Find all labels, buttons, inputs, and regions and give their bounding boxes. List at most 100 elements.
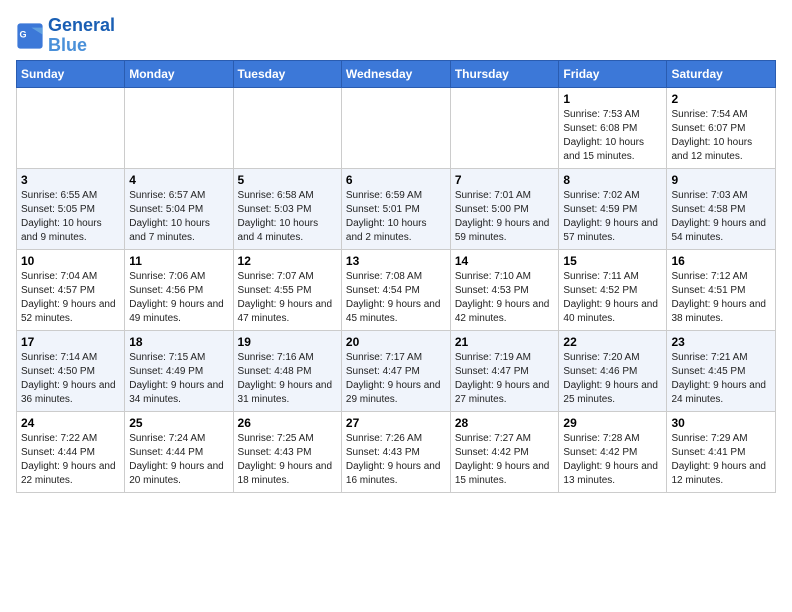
day-number: 16 xyxy=(671,254,771,268)
weekday-header-tuesday: Tuesday xyxy=(233,60,341,87)
calendar-cell: 6Sunrise: 6:59 AM Sunset: 5:01 PM Daylig… xyxy=(341,168,450,249)
day-number: 23 xyxy=(671,335,771,349)
day-number: 7 xyxy=(455,173,555,187)
day-info: Sunrise: 7:10 AM Sunset: 4:53 PM Dayligh… xyxy=(455,270,555,326)
calendar-cell: 13Sunrise: 7:08 AM Sunset: 4:54 PM Dayli… xyxy=(341,249,450,330)
day-number: 18 xyxy=(129,335,228,349)
day-info: Sunrise: 7:19 AM Sunset: 4:47 PM Dayligh… xyxy=(455,351,555,407)
calendar-cell: 22 Sunrise: 7:20 AM Sunset: 4:46 PM Dayli… xyxy=(559,330,667,411)
weekday-header-saturday: Saturday xyxy=(667,60,776,87)
calendar-cell xyxy=(17,87,125,168)
calendar-cell: 14Sunrise: 7:10 AM Sunset: 4:53 PM Dayli… xyxy=(450,249,559,330)
calendar-body: 1 Sunrise: 7:53 AM Sunset: 6:08 PM Daylig… xyxy=(17,87,776,492)
calendar-cell: 25 Sunrise: 7:24 AM Sunset: 4:44 PM Dayli… xyxy=(125,411,233,492)
calendar-cell: 29 Sunrise: 7:28 AM Sunset: 4:42 PM Dayli… xyxy=(559,411,667,492)
day-info: Sunrise: 7:14 AM Sunset: 4:50 PM Dayligh… xyxy=(21,351,120,407)
day-number: 17 xyxy=(21,335,120,349)
calendar-cell: 12 Sunrise: 7:07 AM Sunset: 4:55 PM Dayli… xyxy=(233,249,341,330)
day-info: Sunrise: 7:06 AM Sunset: 4:56 PM Dayligh… xyxy=(129,270,228,326)
calendar-cell: 24 Sunrise: 7:22 AM Sunset: 4:44 PM Dayli… xyxy=(17,411,125,492)
day-number: 22 xyxy=(563,335,662,349)
calendar-cell: 30 Sunrise: 7:29 AM Sunset: 4:41 PM Dayli… xyxy=(667,411,776,492)
logo-icon: G xyxy=(16,22,44,50)
day-number: 27 xyxy=(346,416,446,430)
page-header: G General Blue xyxy=(16,16,776,60)
day-number: 26 xyxy=(238,416,337,430)
day-number: 1 xyxy=(563,92,662,106)
calendar-week-5: 24 Sunrise: 7:22 AM Sunset: 4:44 PM Dayli… xyxy=(17,411,776,492)
calendar-cell: 16 Sunrise: 7:12 AM Sunset: 4:51 PM Dayli… xyxy=(667,249,776,330)
day-info: Sunrise: 7:21 AM Sunset: 4:45 PM Dayligh… xyxy=(671,351,771,407)
calendar-cell: 8 Sunrise: 7:02 AM Sunset: 4:59 PM Daylig… xyxy=(559,168,667,249)
logo: G General Blue xyxy=(16,16,115,56)
day-info: Sunrise: 6:58 AM Sunset: 5:03 PM Dayligh… xyxy=(238,189,337,245)
calendar-cell: 19 Sunrise: 7:16 AM Sunset: 4:48 PM Dayli… xyxy=(233,330,341,411)
day-info: Sunrise: 7:03 AM Sunset: 4:58 PM Dayligh… xyxy=(671,189,771,245)
day-number: 28 xyxy=(455,416,555,430)
calendar-cell: 27 Sunrise: 7:26 AM Sunset: 4:43 PM Dayli… xyxy=(341,411,450,492)
day-info: Sunrise: 6:57 AM Sunset: 5:04 PM Dayligh… xyxy=(129,189,228,245)
day-info: Sunrise: 6:55 AM Sunset: 5:05 PM Dayligh… xyxy=(21,189,120,245)
day-number: 30 xyxy=(671,416,771,430)
day-info: Sunrise: 7:29 AM Sunset: 4:41 PM Dayligh… xyxy=(671,432,771,488)
calendar-cell: 21 Sunrise: 7:19 AM Sunset: 4:47 PM Dayli… xyxy=(450,330,559,411)
day-info: Sunrise: 7:16 AM Sunset: 4:48 PM Dayligh… xyxy=(238,351,337,407)
day-number: 11 xyxy=(129,254,228,268)
calendar-cell: 1 Sunrise: 7:53 AM Sunset: 6:08 PM Daylig… xyxy=(559,87,667,168)
logo-line2: Blue xyxy=(48,36,115,56)
svg-text:G: G xyxy=(20,29,27,39)
day-info: Sunrise: 7:53 AM Sunset: 6:08 PM Dayligh… xyxy=(563,108,662,164)
day-number: 19 xyxy=(238,335,337,349)
calendar-cell: 17 Sunrise: 7:14 AM Sunset: 4:50 PM Dayli… xyxy=(17,330,125,411)
day-info: Sunrise: 7:07 AM Sunset: 4:55 PM Dayligh… xyxy=(238,270,337,326)
calendar-cell: 4 Sunrise: 6:57 AM Sunset: 5:04 PM Daylig… xyxy=(125,168,233,249)
calendar-cell xyxy=(341,87,450,168)
calendar-cell: 3Sunrise: 6:55 AM Sunset: 5:05 PM Daylig… xyxy=(17,168,125,249)
day-number: 5 xyxy=(238,173,337,187)
day-info: Sunrise: 7:04 AM Sunset: 4:57 PM Dayligh… xyxy=(21,270,120,326)
calendar-week-4: 17 Sunrise: 7:14 AM Sunset: 4:50 PM Dayli… xyxy=(17,330,776,411)
day-number: 25 xyxy=(129,416,228,430)
calendar-cell: 2Sunrise: 7:54 AM Sunset: 6:07 PM Daylig… xyxy=(667,87,776,168)
day-number: 12 xyxy=(238,254,337,268)
day-number: 20 xyxy=(346,335,446,349)
day-info: Sunrise: 7:01 AM Sunset: 5:00 PM Dayligh… xyxy=(455,189,555,245)
day-info: Sunrise: 7:02 AM Sunset: 4:59 PM Dayligh… xyxy=(563,189,662,245)
weekday-header-monday: Monday xyxy=(125,60,233,87)
calendar-cell: 26Sunrise: 7:25 AM Sunset: 4:43 PM Dayli… xyxy=(233,411,341,492)
day-info: Sunrise: 7:11 AM Sunset: 4:52 PM Dayligh… xyxy=(563,270,662,326)
calendar-cell: 15 Sunrise: 7:11 AM Sunset: 4:52 PM Dayli… xyxy=(559,249,667,330)
day-info: Sunrise: 7:15 AM Sunset: 4:49 PM Dayligh… xyxy=(129,351,228,407)
day-number: 6 xyxy=(346,173,446,187)
calendar-cell: 10 Sunrise: 7:04 AM Sunset: 4:57 PM Dayli… xyxy=(17,249,125,330)
calendar-cell xyxy=(450,87,559,168)
calendar-cell: 23 Sunrise: 7:21 AM Sunset: 4:45 PM Dayli… xyxy=(667,330,776,411)
day-info: Sunrise: 7:28 AM Sunset: 4:42 PM Dayligh… xyxy=(563,432,662,488)
day-info: Sunrise: 7:20 AM Sunset: 4:46 PM Dayligh… xyxy=(563,351,662,407)
calendar-week-3: 10 Sunrise: 7:04 AM Sunset: 4:57 PM Dayli… xyxy=(17,249,776,330)
day-number: 8 xyxy=(563,173,662,187)
calendar-cell: 9 Sunrise: 7:03 AM Sunset: 4:58 PM Daylig… xyxy=(667,168,776,249)
day-info: Sunrise: 7:12 AM Sunset: 4:51 PM Dayligh… xyxy=(671,270,771,326)
day-number: 29 xyxy=(563,416,662,430)
calendar-table: SundayMondayTuesdayWednesdayThursdayFrid… xyxy=(16,60,776,493)
day-number: 9 xyxy=(671,173,771,187)
calendar-week-2: 3Sunrise: 6:55 AM Sunset: 5:05 PM Daylig… xyxy=(17,168,776,249)
day-number: 15 xyxy=(563,254,662,268)
day-info: Sunrise: 7:26 AM Sunset: 4:43 PM Dayligh… xyxy=(346,432,446,488)
calendar-cell: 20Sunrise: 7:17 AM Sunset: 4:47 PM Dayli… xyxy=(341,330,450,411)
day-number: 21 xyxy=(455,335,555,349)
day-number: 10 xyxy=(21,254,120,268)
calendar-cell: 5 Sunrise: 6:58 AM Sunset: 5:03 PM Daylig… xyxy=(233,168,341,249)
day-info: Sunrise: 7:24 AM Sunset: 4:44 PM Dayligh… xyxy=(129,432,228,488)
logo-line1: General xyxy=(48,16,115,36)
day-info: Sunrise: 7:22 AM Sunset: 4:44 PM Dayligh… xyxy=(21,432,120,488)
day-number: 13 xyxy=(346,254,446,268)
day-number: 24 xyxy=(21,416,120,430)
calendar-cell: 28Sunrise: 7:27 AM Sunset: 4:42 PM Dayli… xyxy=(450,411,559,492)
weekday-header-friday: Friday xyxy=(559,60,667,87)
day-info: Sunrise: 7:54 AM Sunset: 6:07 PM Dayligh… xyxy=(671,108,771,164)
day-number: 4 xyxy=(129,173,228,187)
calendar-cell: 18 Sunrise: 7:15 AM Sunset: 4:49 PM Dayli… xyxy=(125,330,233,411)
calendar-cell: 7 Sunrise: 7:01 AM Sunset: 5:00 PM Daylig… xyxy=(450,168,559,249)
